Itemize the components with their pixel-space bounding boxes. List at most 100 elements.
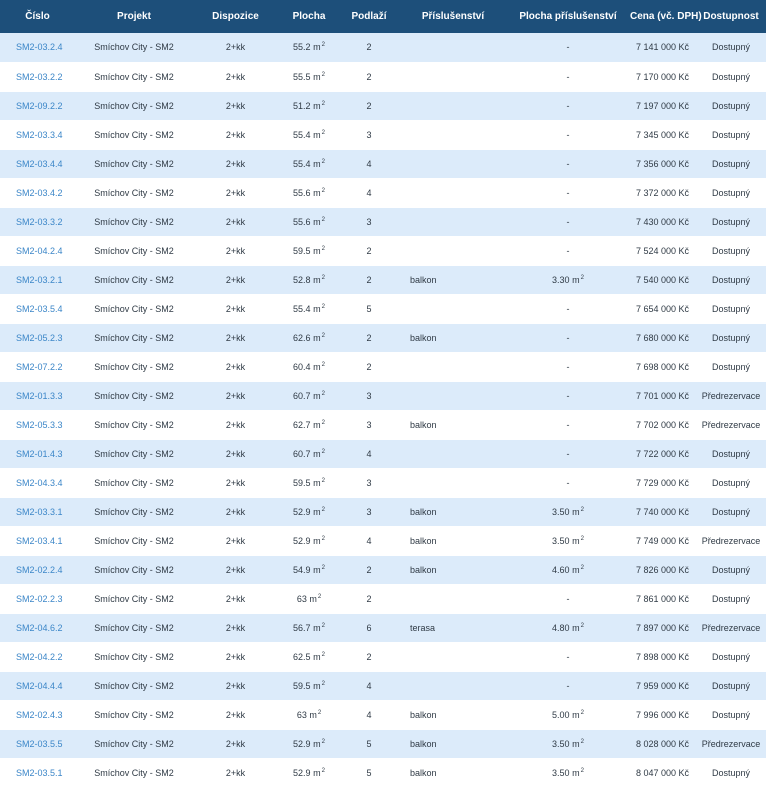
table-row[interactable]: SM2-01.3.3 Smíchov City - SM2 2+kk 60.7 m2 3… [0, 381, 766, 411]
table-row[interactable]: SM2-03.4.1 Smíchov City - SM2 2+kk 52.9 m2 4… [0, 526, 766, 556]
table-row[interactable]: SM2-03.3.2 Smíchov City - SM2 2+kk 55.6 m2 3… [0, 207, 766, 237]
price-cell: 7 740 000 Kč [628, 497, 696, 527]
availability-cell: Dostupný [696, 294, 766, 324]
area-unit: m2 [313, 100, 325, 111]
area-unit: m2 [313, 42, 325, 53]
table-row[interactable]: SM2-03.3.4 Smíchov City - SM2 2+kk 55.4 m2 3… [0, 120, 766, 150]
unit-number-link[interactable]: SM2-02.2.4 [0, 555, 75, 585]
unit-number-link[interactable]: SM2-03.5.5 [0, 729, 75, 759]
floor-cell: 2 [340, 555, 398, 585]
accessory-cell [398, 33, 508, 63]
header-cislo[interactable]: Číslo [0, 0, 75, 33]
table-row[interactable]: SM2-02.2.4 Smíchov City - SM2 2+kk 54.9 m2 2… [0, 555, 766, 585]
project-cell: Smíchov City - SM2 [75, 323, 193, 353]
table-row[interactable]: SM2-02.2.3 Smíchov City - SM2 2+kk 63 m2 2 -7… [0, 584, 766, 614]
area-cell: 55.2 m2 [278, 33, 340, 63]
accessory-area-cell: - [508, 62, 628, 92]
unit-number-link[interactable]: SM2-03.2.1 [0, 265, 75, 295]
unit-number-link[interactable]: SM2-03.5.4 [0, 294, 75, 324]
table-row[interactable]: SM2-05.3.3 Smíchov City - SM2 2+kk 62.7 m2 3… [0, 410, 766, 440]
unit-number-link[interactable]: SM2-01.3.3 [0, 381, 75, 411]
price-cell: 7 524 000 Kč [628, 236, 696, 266]
layout-cell: 2+kk [193, 468, 278, 498]
table-row[interactable]: SM2-03.2.1 Smíchov City - SM2 2+kk 52.8 m2 2… [0, 265, 766, 295]
floor-cell: 3 [340, 468, 398, 498]
header-dostupnost[interactable]: Dostupnost [696, 0, 766, 33]
table-row[interactable]: SM2-03.2.2 Smíchov City - SM2 2+kk 55.5 m2 2… [0, 62, 766, 92]
area-cell: 55.4 m2 [278, 149, 340, 179]
layout-cell: 2+kk [193, 497, 278, 527]
table-row[interactable]: SM2-07.2.2 Smíchov City - SM2 2+kk 60.4 m2 2… [0, 352, 766, 382]
unit-number-link[interactable]: SM2-02.4.3 [0, 700, 75, 730]
area-cell: 62.7 m2 [278, 410, 340, 440]
availability-cell: Dostupný [696, 555, 766, 585]
unit-number-link[interactable]: SM2-03.4.4 [0, 149, 75, 179]
accessory-area-cell: - [508, 294, 628, 324]
header-plocha[interactable]: Plocha [278, 0, 340, 33]
accessory-area-cell: - [508, 120, 628, 150]
floor-cell: 2 [340, 265, 398, 295]
table-row[interactable]: SM2-03.4.2 Smíchov City - SM2 2+kk 55.6 m2 4… [0, 178, 766, 208]
floor-cell: 2 [340, 33, 398, 63]
table-row[interactable]: SM2-04.4.4 Smíchov City - SM2 2+kk 59.5 m2 4… [0, 671, 766, 701]
area-unit: m2 [313, 129, 325, 140]
unit-number-link[interactable]: SM2-03.4.1 [0, 526, 75, 556]
accessory-cell: balkon [398, 497, 508, 527]
area-unit: m2 [313, 216, 325, 227]
unit-number-link[interactable]: SM2-03.4.2 [0, 178, 75, 208]
unit-number-link[interactable]: SM2-03.2.4 [0, 33, 75, 63]
table-row[interactable]: SM2-04.2.4 Smíchov City - SM2 2+kk 59.5 m2 2… [0, 236, 766, 266]
availability-cell: Dostupný [696, 700, 766, 730]
table-row[interactable]: SM2-05.2.3 Smíchov City - SM2 2+kk 62.6 m2 2… [0, 323, 766, 353]
area-unit: m2 [313, 419, 325, 430]
table-row[interactable]: SM2-09.2.2 Smíchov City - SM2 2+kk 51.2 m2 2… [0, 91, 766, 121]
unit-number-link[interactable]: SM2-03.3.1 [0, 497, 75, 527]
header-cena[interactable]: Cena (vč. DPH) [628, 0, 702, 33]
header-projekt[interactable]: Projekt [75, 0, 193, 33]
table-row[interactable]: SM2-04.6.2 Smíchov City - SM2 2+kk 56.7 m2 6… [0, 613, 766, 643]
availability-cell: Dostupný [696, 207, 766, 237]
availability-cell: Dostupný [696, 149, 766, 179]
table-row[interactable]: SM2-04.2.2 Smíchov City - SM2 2+kk 62.5 m2 2… [0, 642, 766, 672]
table-row[interactable]: SM2-03.5.4 Smíchov City - SM2 2+kk 55.4 m2 5… [0, 294, 766, 324]
table-row[interactable]: SM2-03.2.4 Smíchov City - SM2 2+kk 55.2 m2 2… [0, 33, 766, 63]
floor-cell: 2 [340, 236, 398, 266]
table-row[interactable]: SM2-01.4.3 Smíchov City - SM2 2+kk 60.7 m2 4… [0, 439, 766, 469]
price-cell: 7 826 000 Kč [628, 555, 696, 585]
unit-number-link[interactable]: SM2-04.3.4 [0, 468, 75, 498]
unit-number-link[interactable]: SM2-01.4.3 [0, 439, 75, 469]
unit-number-link[interactable]: SM2-04.4.4 [0, 671, 75, 701]
unit-number-link[interactable]: SM2-03.3.4 [0, 120, 75, 150]
unit-number-link[interactable]: SM2-04.2.2 [0, 642, 75, 672]
layout-cell: 2+kk [193, 439, 278, 469]
unit-number-link[interactable]: SM2-02.2.3 [0, 584, 75, 614]
area-unit: m2 [572, 767, 584, 778]
header-plocha-prislusenstvi[interactable]: Plocha příslušenství [508, 0, 628, 33]
unit-number-link[interactable]: SM2-04.6.2 [0, 613, 75, 643]
table-row[interactable]: SM2-03.5.5 Smíchov City - SM2 2+kk 52.9 m2 5… [0, 729, 766, 759]
price-cell: 7 749 000 Kč [628, 526, 696, 556]
unit-number-link[interactable]: SM2-03.3.2 [0, 207, 75, 237]
project-cell: Smíchov City - SM2 [75, 526, 193, 556]
project-cell: Smíchov City - SM2 [75, 584, 193, 614]
table-row[interactable]: SM2-02.4.3 Smíchov City - SM2 2+kk 63 m2 4 ba… [0, 700, 766, 730]
accessory-area-cell: 3.50 m2 [508, 497, 628, 527]
unit-number-link[interactable]: SM2-09.2.2 [0, 91, 75, 121]
layout-cell: 2+kk [193, 671, 278, 701]
header-dispozice[interactable]: Dispozice [193, 0, 278, 33]
table-row[interactable]: SM2-03.4.4 Smíchov City - SM2 2+kk 55.4 m2 4… [0, 149, 766, 179]
project-cell: Smíchov City - SM2 [75, 381, 193, 411]
unit-number-link[interactable]: SM2-05.3.3 [0, 410, 75, 440]
table-row[interactable]: SM2-03.3.1 Smíchov City - SM2 2+kk 52.9 m2 3… [0, 497, 766, 527]
layout-cell: 2+kk [193, 381, 278, 411]
price-cell: 7 897 000 Kč [628, 613, 696, 643]
unit-number-link[interactable]: SM2-05.2.3 [0, 323, 75, 353]
header-podlazi[interactable]: Podlaží [340, 0, 398, 33]
availability-cell: Dostupný [696, 33, 766, 63]
unit-number-link[interactable]: SM2-03.2.2 [0, 62, 75, 92]
unit-number-link[interactable]: SM2-07.2.2 [0, 352, 75, 382]
header-prislusenstvi[interactable]: Příslušenství [398, 0, 508, 33]
project-cell: Smíchov City - SM2 [75, 120, 193, 150]
table-row[interactable]: SM2-04.3.4 Smíchov City - SM2 2+kk 59.5 m2 3… [0, 468, 766, 498]
unit-number-link[interactable]: SM2-04.2.4 [0, 236, 75, 266]
